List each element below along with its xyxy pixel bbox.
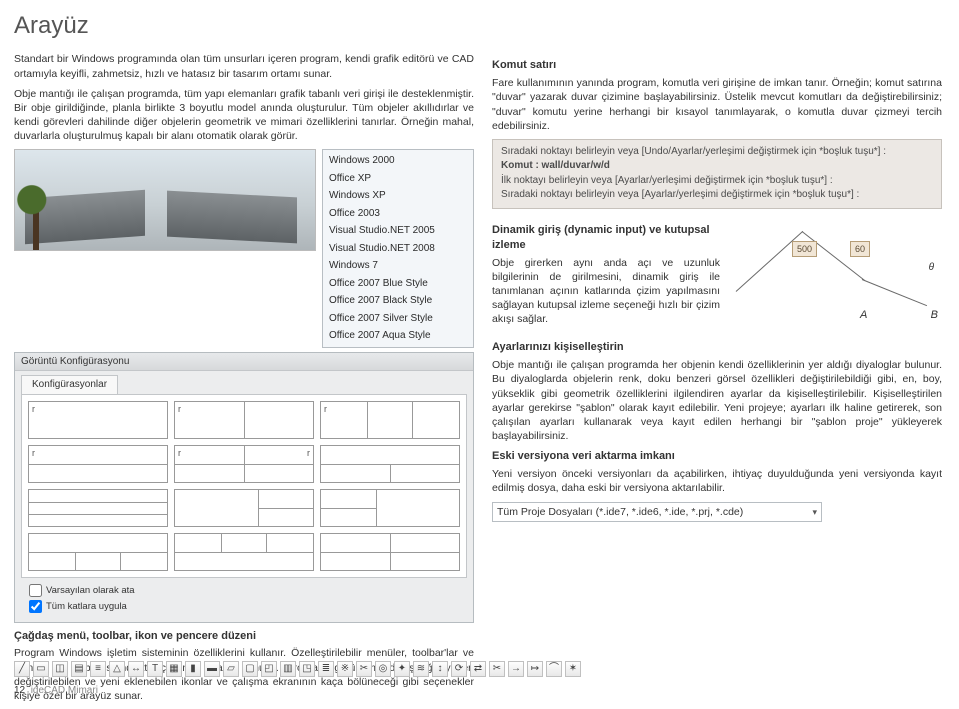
intro-paragraph-2: Obje mantığı ile çalışan programda, tüm … (14, 87, 474, 144)
camera-icon[interactable]: ◎ (375, 661, 391, 677)
floor-icon[interactable]: ▤ (71, 661, 87, 677)
section-personalize-title: Ayarlarınızı kişiselleştirin (492, 340, 942, 355)
extend-icon[interactable]: → (508, 661, 524, 677)
trim-icon[interactable]: ✂ (489, 661, 505, 677)
section-legacy-export-body: Yeni versiyon önceki versiyonları da aça… (492, 467, 942, 495)
stairs-icon[interactable]: ≡ (90, 661, 106, 677)
theme-option[interactable]: Windows XP (323, 187, 473, 205)
layout-option[interactable] (320, 533, 460, 571)
theme-option[interactable]: Visual Studio.NET 2008 (323, 240, 473, 258)
theme-option[interactable]: Office 2007 Black Style (323, 292, 473, 310)
theme-option[interactable]: Windows 2000 (323, 152, 473, 170)
foundation-icon[interactable]: ▢ (242, 661, 258, 677)
rotate-icon[interactable]: ⟳ (451, 661, 467, 677)
line-icon[interactable]: ╱ (14, 661, 30, 677)
layout-option[interactable]: r (174, 401, 314, 439)
layout-option[interactable]: r (28, 401, 168, 439)
hatch-icon[interactable]: ▦ (166, 661, 182, 677)
intro-paragraph-1: Standart bir Windows programında olan tü… (14, 52, 474, 80)
window-icon[interactable]: ◳ (299, 661, 315, 677)
layout-option[interactable] (174, 489, 314, 527)
layout-option[interactable]: r (320, 401, 460, 439)
render-icon[interactable]: ✦ (394, 661, 410, 677)
fillet-icon[interactable]: ⌒ (546, 661, 562, 677)
section-dynamic-input-title: Dinamik giriş (dynamic input) ve kutupsa… (492, 223, 720, 253)
layout-option[interactable] (320, 445, 460, 483)
section-dynamic-input-body: Obje girerken aynı anda açı ve uzunluk b… (492, 256, 720, 327)
viewport-layout-grid: r r r r rr (21, 394, 467, 578)
section-command-line-title: Komut satırı (492, 58, 942, 73)
main-toolbar: ╱▭◫▤≡△↔T▦▮▬▱▢◰▥◳≣※✂◎✦≋↕⟳⇄✂→↦⌒✶ (14, 661, 581, 677)
theme-option[interactable]: Office 2007 Silver Style (323, 310, 473, 328)
move-icon[interactable]: ↕ (432, 661, 448, 677)
dimension-icon[interactable]: ↔ (128, 661, 144, 677)
layout-option[interactable] (28, 533, 168, 571)
offset-icon[interactable]: ↦ (527, 661, 543, 677)
curtain-icon[interactable]: ▥ (280, 661, 296, 677)
theme-option[interactable]: Office 2007 Blue Style (323, 275, 473, 293)
zone-icon[interactable]: ◰ (261, 661, 277, 677)
mirror-icon[interactable]: ⇄ (470, 661, 486, 677)
panel-title: Görüntü Konfigürasyonu (15, 353, 473, 372)
layout-option[interactable]: r (28, 445, 168, 483)
command-line-box: Sıradaki noktayı belirleyin veya [Undo/A… (492, 139, 942, 209)
explode-icon[interactable]: ✶ (565, 661, 581, 677)
slab-icon[interactable]: ▱ (223, 661, 239, 677)
section-modern-ui-title: Çağdaş menü, toolbar, ikon ve pencere dü… (14, 629, 474, 644)
render-preview (14, 149, 316, 251)
text-icon[interactable]: T (147, 661, 163, 677)
page-title: Arayüz (14, 10, 945, 42)
wall-icon[interactable]: ▭ (33, 661, 49, 677)
theme-option[interactable]: Windows 7 (323, 257, 473, 275)
column-icon[interactable]: ▮ (185, 661, 201, 677)
railing-icon[interactable]: ≣ (318, 661, 334, 677)
beam-icon[interactable]: ▬ (204, 661, 220, 677)
panel-tab[interactable]: Konfigürasyonlar (21, 375, 118, 394)
layout-option[interactable] (174, 533, 314, 571)
door-icon[interactable]: ◫ (52, 661, 68, 677)
theme-option[interactable]: Office XP (323, 170, 473, 188)
layout-option[interactable] (28, 489, 168, 527)
page-footer: 12 ideCAD Mimari (14, 684, 98, 698)
section-icon[interactable]: ✂ (356, 661, 372, 677)
theme-option[interactable]: Office 2003 (323, 205, 473, 223)
theme-option[interactable]: Visual Studio.NET 2005 (323, 222, 473, 240)
theme-option[interactable]: Office 2007 Aqua Style (323, 327, 473, 345)
section-command-line-body: Fare kullanımının yanında program, komut… (492, 76, 942, 133)
mesh-icon[interactable]: ※ (337, 661, 353, 677)
layer-icon[interactable]: ≋ (413, 661, 429, 677)
section-personalize-body: Obje mantığı ile çalışan programda her o… (492, 358, 942, 443)
layout-option[interactable] (320, 489, 460, 527)
roof-icon[interactable]: △ (109, 661, 125, 677)
file-type-dropdown[interactable]: Tüm Proje Dosyaları (*.ide7, *.ide6, *.i… (492, 502, 822, 522)
set-default-checkbox[interactable]: Varsayılan olarak ata (29, 584, 473, 598)
section-legacy-export-title: Eski versiyona veri aktarma imkanı (492, 449, 942, 464)
apply-all-floors-checkbox[interactable]: Tüm katlara uygula (29, 600, 473, 614)
view-config-panel: Görüntü Konfigürasyonu Konfigürasyonlar … (14, 352, 474, 623)
chevron-down-icon: ▾ (812, 506, 817, 518)
dynamic-input-figure: 500 60 θ A B (732, 217, 942, 327)
layout-option[interactable]: rr (174, 445, 314, 483)
theme-style-menu[interactable]: Windows 2000Office XPWindows XPOffice 20… (322, 149, 474, 348)
